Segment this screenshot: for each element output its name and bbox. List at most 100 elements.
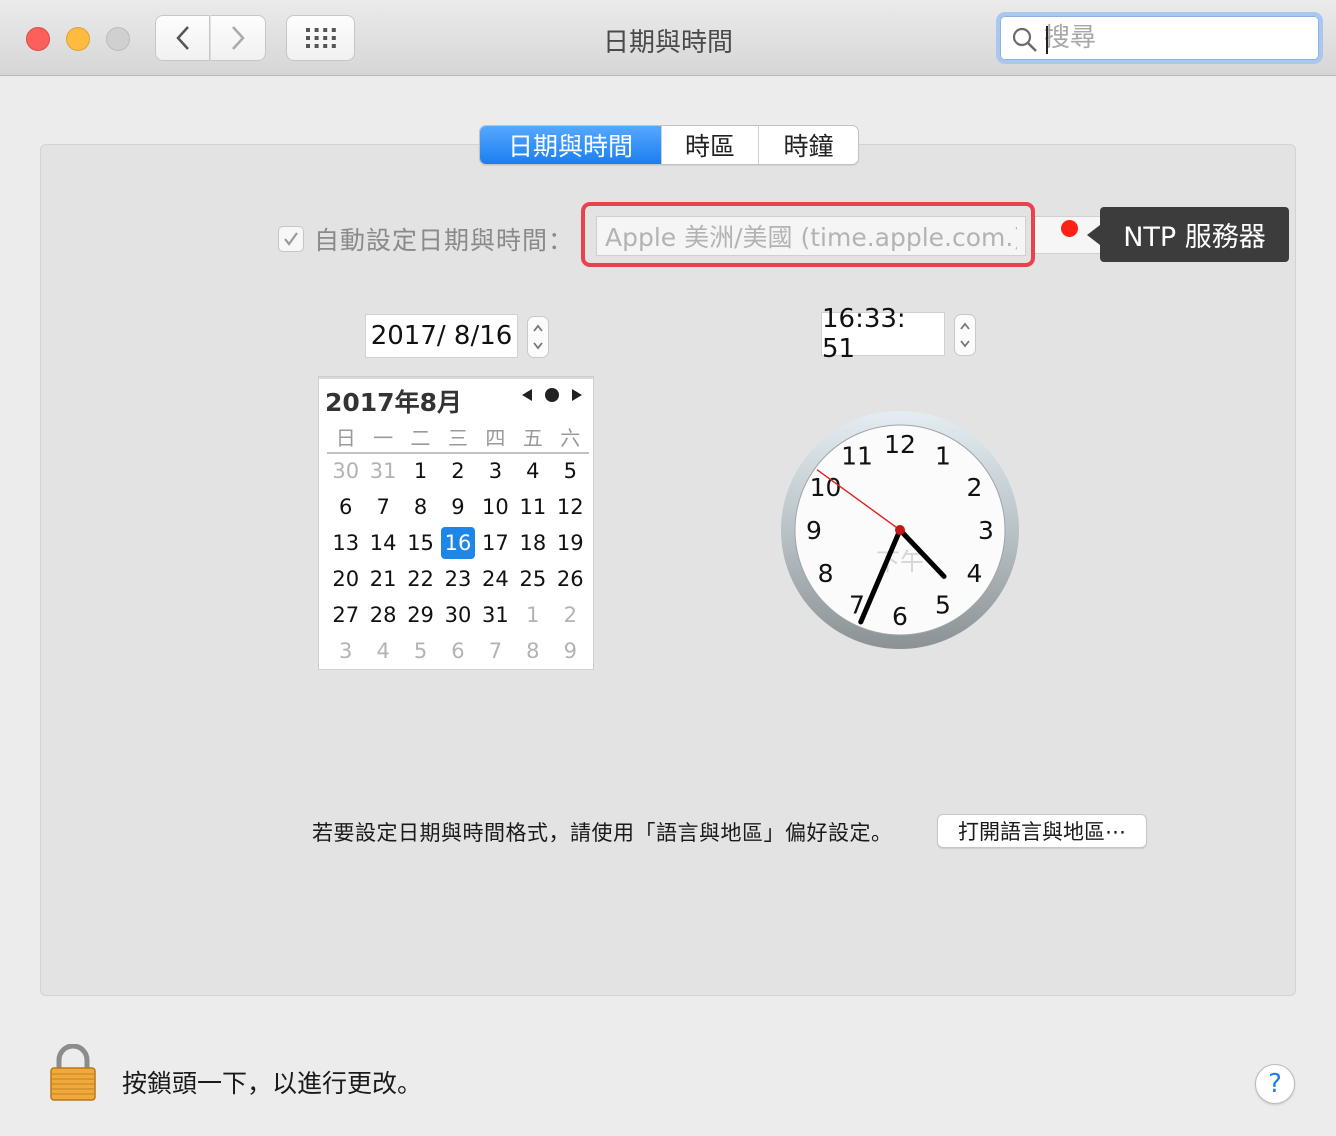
calendar-day[interactable]: 10 bbox=[477, 489, 514, 525]
calendar-day[interactable]: 5 bbox=[402, 633, 439, 669]
stepper-arrows-icon bbox=[960, 322, 970, 348]
calendar-day-label: 2 bbox=[451, 459, 465, 483]
date-field[interactable]: 2017/ 8/16 bbox=[365, 314, 518, 358]
time-stepper[interactable] bbox=[954, 314, 976, 356]
tab-clock[interactable]: 時鐘 bbox=[758, 126, 858, 164]
clock-hub bbox=[895, 525, 905, 535]
calendar-day[interactable]: 30 bbox=[439, 597, 476, 633]
calendar-day-label: 6 bbox=[339, 495, 353, 519]
clock-number: 4 bbox=[967, 559, 983, 588]
calendar-day[interactable]: 9 bbox=[552, 633, 589, 669]
calendar-day-label: 17 bbox=[482, 531, 509, 555]
tab-date-time[interactable]: 日期與時間 bbox=[480, 126, 661, 164]
calendar-day[interactable]: 11 bbox=[514, 489, 551, 525]
lock-icon[interactable] bbox=[48, 1044, 98, 1102]
ntp-tooltip: NTP 服務器 bbox=[1087, 207, 1289, 262]
calendar-day[interactable]: 29 bbox=[402, 597, 439, 633]
status-dot bbox=[1061, 220, 1078, 237]
calendar-day[interactable]: 5 bbox=[552, 453, 589, 489]
calendar-day[interactable]: 23 bbox=[439, 561, 476, 597]
calendar-day-label: 22 bbox=[407, 567, 434, 591]
calendar-day-label: 19 bbox=[556, 531, 584, 555]
calendar-nav bbox=[521, 387, 583, 403]
calendar-day[interactable]: 6 bbox=[327, 489, 364, 525]
clock-number: 8 bbox=[818, 559, 834, 588]
calendar-day-label: 7 bbox=[488, 639, 503, 663]
date-stepper[interactable] bbox=[527, 316, 549, 358]
calendar-day[interactable]: 7 bbox=[477, 633, 514, 669]
tab-time-zone[interactable]: 時區 bbox=[661, 126, 758, 164]
today-icon[interactable] bbox=[544, 387, 560, 403]
clock-number: 11 bbox=[841, 442, 873, 471]
calendar-day[interactable]: 1 bbox=[514, 597, 551, 633]
calendar-day[interactable]: 3 bbox=[327, 633, 364, 669]
clock-number: 10 bbox=[810, 473, 842, 502]
calendar-day[interactable]: 28 bbox=[364, 597, 401, 633]
help-button[interactable]: ? bbox=[1255, 1064, 1295, 1104]
calendar-day[interactable]: 31 bbox=[477, 597, 514, 633]
calendar-day[interactable]: 31 bbox=[364, 453, 401, 489]
calendar-day[interactable]: 22 bbox=[402, 561, 439, 597]
text-caret bbox=[1046, 26, 1048, 54]
calendar-day[interactable]: 2 bbox=[552, 597, 589, 633]
calendar-day[interactable]: 25 bbox=[514, 561, 551, 597]
calendar-day-label: 31 bbox=[482, 603, 509, 627]
weekday-label: 五 bbox=[522, 426, 543, 450]
calendar-day-label: 16 bbox=[440, 527, 475, 559]
calendar-day-label: 4 bbox=[376, 639, 390, 663]
calendar-day[interactable]: 24 bbox=[477, 561, 514, 597]
calendar-day[interactable]: 4 bbox=[364, 633, 401, 669]
open-language-region-button[interactable]: 打開語言與地區⋯ bbox=[937, 814, 1147, 848]
clock-number: 6 bbox=[892, 602, 908, 631]
calendar-day[interactable]: 8 bbox=[402, 489, 439, 525]
calendar-day[interactable]: 9 bbox=[439, 489, 476, 525]
calendar-day[interactable]: 12 bbox=[552, 489, 589, 525]
calendar-day-selected[interactable]: 16 bbox=[439, 525, 476, 561]
search-input[interactable] bbox=[1044, 22, 1304, 54]
analog-clock: 下午 12 1234567891011 bbox=[781, 411, 1019, 649]
calendar-day[interactable]: 19 bbox=[552, 525, 589, 561]
calendar-day[interactable]: 1 bbox=[402, 453, 439, 489]
calendar-day[interactable]: 4 bbox=[514, 453, 551, 489]
calendar-month-title: 2017年8月 bbox=[325, 388, 462, 417]
calendar-day[interactable]: 13 bbox=[327, 525, 364, 561]
content-panel bbox=[40, 144, 1296, 996]
calendar-day-label: 1 bbox=[526, 603, 540, 627]
calendar-day-label: 5 bbox=[413, 639, 428, 663]
calendar-day-label: 25 bbox=[519, 567, 547, 591]
calendar-day[interactable]: 30 bbox=[327, 453, 364, 489]
calendar-day[interactable]: 15 bbox=[402, 525, 439, 561]
calendar: 2017年8月 日 一 二 三 四 五 六 30 31 1 2 3 4 5 6 7 8 9 10 11 1… bbox=[318, 376, 594, 670]
calendar-day-label: 27 bbox=[332, 603, 360, 627]
auto-set-checkbox[interactable] bbox=[278, 226, 304, 252]
calendar-day[interactable]: 26 bbox=[552, 561, 589, 597]
calendar-day-label: 4 bbox=[526, 459, 540, 483]
calendar-day[interactable]: 3 bbox=[477, 453, 514, 489]
calendar-day-label: 14 bbox=[369, 531, 397, 555]
auto-set-row: 自動設定日期與時間： bbox=[278, 221, 574, 257]
calendar-day[interactable]: 8 bbox=[514, 633, 551, 669]
calendar-day[interactable]: 7 bbox=[364, 489, 401, 525]
previous-month-icon[interactable] bbox=[521, 388, 533, 402]
calendar-day[interactable]: 14 bbox=[364, 525, 401, 561]
calendar-day[interactable]: 18 bbox=[514, 525, 551, 561]
next-month-icon[interactable] bbox=[571, 388, 583, 402]
calendar-day-label: 9 bbox=[563, 639, 577, 663]
time-field[interactable]: 16:33: 51 bbox=[821, 304, 945, 364]
calendar-day-label: 15 bbox=[407, 531, 434, 555]
calendar-day[interactable]: 2 bbox=[439, 453, 476, 489]
calendar-day-label: 21 bbox=[369, 567, 397, 591]
calendar-day[interactable]: 21 bbox=[364, 561, 401, 597]
calendar-day-label: 6 bbox=[451, 639, 465, 663]
calendar-day-label: 1 bbox=[413, 459, 428, 483]
calendar-day[interactable]: 20 bbox=[327, 561, 364, 597]
clock-number: 5 bbox=[935, 590, 951, 619]
calendar-day[interactable]: 27 bbox=[327, 597, 364, 633]
calendar-day[interactable]: 6 bbox=[439, 633, 476, 669]
calendar-day-label: 5 bbox=[563, 459, 577, 483]
calendar-day-label: 26 bbox=[556, 567, 584, 591]
weekday-label: 二 bbox=[410, 426, 431, 450]
calendar-day[interactable]: 17 bbox=[477, 525, 514, 561]
search-box[interactable] bbox=[996, 12, 1323, 64]
calendar-day-label: 20 bbox=[332, 567, 360, 591]
